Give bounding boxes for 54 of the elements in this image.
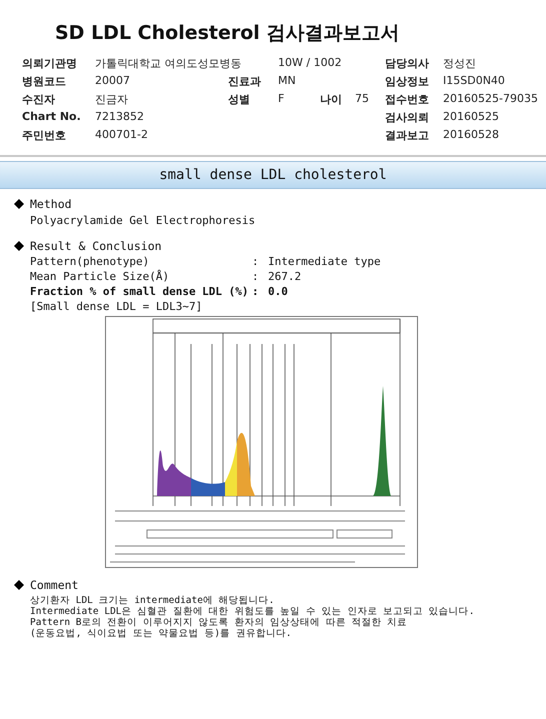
colon-mark: : bbox=[252, 255, 260, 268]
vldl-peak-area bbox=[157, 450, 191, 496]
comment-line: 상기환자 LDL 크기는 intermediate에 해당됩니다. bbox=[30, 595, 276, 606]
field-value: 20160528 bbox=[443, 128, 500, 143]
field-label: 접수번호 bbox=[385, 92, 430, 108]
field-label: 나이 bbox=[320, 92, 343, 108]
field-label: 성별 bbox=[228, 92, 251, 108]
field-value: 20160525-79035 bbox=[443, 92, 539, 107]
result-label: Mean Particle Size(Å) bbox=[30, 270, 170, 283]
result-label: Pattern(phenotype) bbox=[30, 255, 150, 268]
field-value: 가톨릭대학교 여의도성모병동 bbox=[95, 56, 242, 72]
field-value: 10W / 1002 bbox=[278, 56, 343, 71]
field-value: F bbox=[278, 92, 286, 107]
field-value: 20160525 bbox=[443, 110, 500, 125]
result-value: Intermediate type bbox=[268, 255, 381, 268]
field-value: 400701-2 bbox=[95, 128, 149, 143]
field-label: 담당의사 bbox=[385, 56, 430, 72]
field-value: 정성진 bbox=[443, 56, 477, 72]
comment-line: (운동요법, 식이요법 또는 약물요법 등)를 권유합니다. bbox=[30, 628, 292, 639]
colon-mark: : bbox=[252, 285, 260, 298]
result-label: Fraction % of small dense LDL (%) bbox=[30, 285, 250, 298]
method-text: Polyacrylamide Gel Electrophoresis bbox=[29, 214, 256, 227]
diamond-icon bbox=[14, 199, 24, 209]
field-label: 결과보고 bbox=[385, 128, 430, 144]
field-value: I15SD0N40 bbox=[443, 74, 506, 89]
result-value: 0.0 bbox=[268, 285, 288, 298]
field-value: 진금자 bbox=[95, 92, 129, 108]
field-label: Chart No. bbox=[22, 110, 82, 125]
section-banner: small dense LDL cholesterol bbox=[0, 161, 546, 189]
field-label: 진료과 bbox=[228, 74, 262, 90]
ldl2-peak-area bbox=[237, 432, 255, 496]
field-value: 20007 bbox=[95, 74, 131, 89]
diamond-icon bbox=[14, 580, 24, 590]
field-label: 검사의뢰 bbox=[385, 110, 430, 126]
comment-line: Pattern B로의 전환이 이루어지지 않도록 환자의 임상상태에 따른 적절한 치료 bbox=[30, 617, 408, 628]
field-label: 의뢰기관명 bbox=[22, 56, 78, 72]
field-value: MN bbox=[278, 74, 297, 89]
section-heading: Comment bbox=[30, 578, 78, 592]
field-label: 임상정보 bbox=[385, 74, 430, 90]
ldl1-peak-area bbox=[225, 441, 237, 496]
result-note: [Small dense LDL = LDL3~7] bbox=[29, 300, 204, 313]
field-label: 주민번호 bbox=[22, 128, 67, 144]
report-title: SD LDL Cholesterol 검사결과보고서 bbox=[55, 21, 400, 46]
result-value: 267.2 bbox=[268, 270, 302, 283]
field-label: 병원코드 bbox=[22, 74, 67, 90]
comment-line: Intermediate LDL은 심혈관 질환에 대한 위험도를 높일 수 있는 인자로 보고되고 있습니다. bbox=[30, 606, 476, 617]
colon-mark: : bbox=[252, 270, 260, 283]
mid-band-area bbox=[191, 478, 225, 496]
section-heading: Result & Conclusion bbox=[30, 239, 162, 253]
field-value: 7213852 bbox=[95, 110, 145, 125]
section-heading: Method bbox=[30, 197, 72, 211]
field-label: 수진자 bbox=[22, 92, 56, 108]
field-value: 75 bbox=[355, 92, 370, 107]
diamond-icon bbox=[14, 241, 24, 251]
